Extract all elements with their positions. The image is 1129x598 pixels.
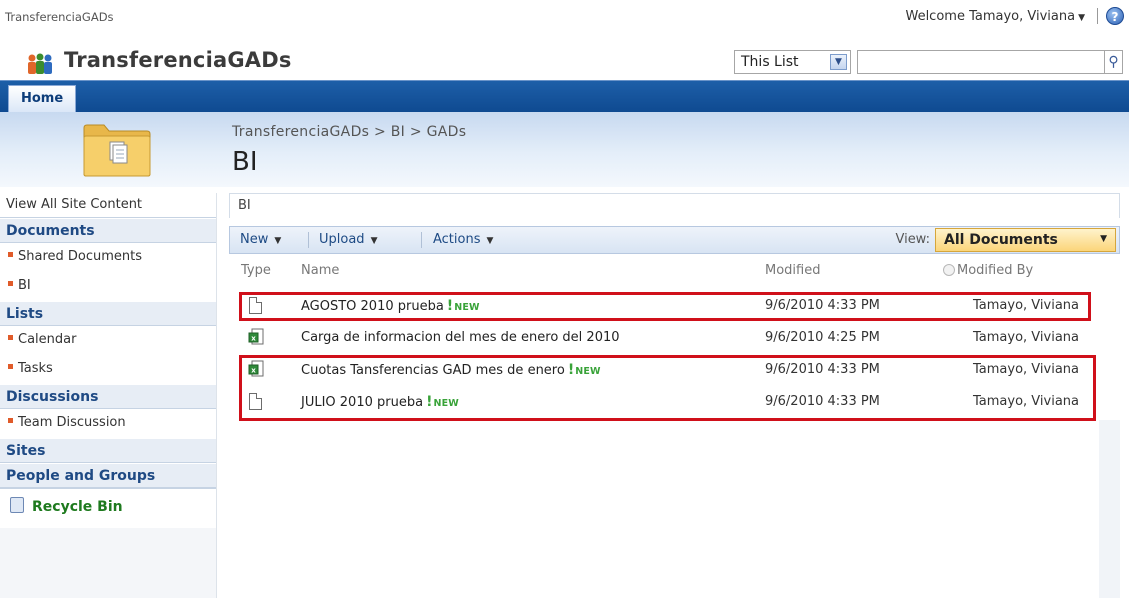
- global-bar: TransferenciaGADs Welcome Tamayo, Vivian…: [0, 0, 1129, 34]
- actions-menu-button[interactable]: Actions ▼: [433, 232, 493, 247]
- modified-date: 9/6/2010 4:25 PM: [765, 330, 880, 345]
- chevron-down-icon: ▼: [370, 236, 378, 246]
- nav-item-label: Calendar: [18, 332, 77, 347]
- welcome-menu[interactable]: Welcome Tamayo, Viviana ▼: [905, 9, 1085, 24]
- nav-item-label: BI: [18, 278, 31, 293]
- nav-item-label: Tasks: [18, 361, 53, 376]
- list-title: BI: [229, 193, 1120, 218]
- bullet-icon: [8, 335, 13, 340]
- nav-item-label: Team Discussion: [18, 415, 126, 430]
- welcome-text: Welcome Tamayo, Viviana: [905, 9, 1076, 24]
- recycle-bin-link[interactable]: Recycle Bin: [0, 488, 216, 528]
- recycle-bin-icon: [10, 497, 24, 513]
- view-all-site-content-link[interactable]: View All Site Content: [0, 193, 216, 218]
- view-selector[interactable]: All Documents ▼: [935, 228, 1116, 252]
- nav-item-shared-documents[interactable]: Shared Documents: [0, 243, 216, 272]
- site-title[interactable]: TransferenciaGADs: [64, 48, 292, 72]
- column-header-modified[interactable]: Modified: [765, 263, 820, 278]
- tab-home[interactable]: Home: [8, 85, 77, 113]
- bullet-icon: [8, 281, 13, 286]
- file-name-link[interactable]: Carga de informacion del mes de enero de…: [301, 330, 620, 345]
- upload-label: Upload: [319, 232, 365, 247]
- modified-by-link[interactable]: Tamayo, Viviana: [973, 330, 1079, 345]
- page-title: BI: [232, 147, 258, 177]
- nav-item-tasks[interactable]: Tasks: [0, 355, 216, 384]
- nav-heading-documents[interactable]: Documents: [0, 218, 216, 243]
- bullet-icon: [8, 364, 13, 369]
- nav-item-label: Shared Documents: [18, 249, 143, 264]
- search-input[interactable]: [857, 50, 1105, 74]
- upload-menu-button[interactable]: Upload ▼: [319, 232, 377, 247]
- excel-icon: x: [248, 328, 264, 345]
- toolbar-separator: [421, 232, 422, 248]
- nav-heading-sites[interactable]: Sites: [0, 438, 216, 463]
- list-toolbar: New ▼ Upload ▼ Actions ▼ View: All Document…: [229, 226, 1120, 254]
- column-header-modified-by[interactable]: Modified By: [943, 263, 1033, 278]
- column-header-name[interactable]: Name: [301, 263, 339, 278]
- view-value: All Documents: [944, 232, 1058, 248]
- modified-by-label: Modified By: [957, 263, 1034, 278]
- toolbar-separator: [308, 232, 309, 248]
- list-side-strip: [1099, 420, 1120, 598]
- breadcrumb[interactable]: TransferenciaGADs > BI > GADs: [232, 124, 466, 140]
- new-label: New: [240, 232, 269, 247]
- nav-item-team-discussion[interactable]: Team Discussion: [0, 409, 216, 438]
- chevron-down-icon: ▼: [1100, 234, 1107, 244]
- folder-icon: [83, 124, 151, 177]
- title-area: [0, 112, 1129, 187]
- top-nav-bar: Home: [0, 80, 1129, 113]
- search-icon[interactable]: ⚲: [1105, 50, 1123, 74]
- nav-heading-lists[interactable]: Lists: [0, 301, 216, 326]
- chevron-down-icon: ▼: [486, 236, 494, 246]
- recycle-bin-label: Recycle Bin: [32, 499, 123, 515]
- svg-text:x: x: [251, 334, 256, 342]
- nav-heading-people-and-groups[interactable]: People and Groups: [0, 463, 216, 488]
- global-separator: [1097, 8, 1098, 24]
- table-row[interactable]: x Carga de informacion del mes de enero …: [229, 322, 1120, 354]
- bullet-icon: [8, 252, 13, 257]
- chevron-down-icon: ▼: [274, 236, 282, 246]
- nav-item-calendar[interactable]: Calendar: [0, 326, 216, 355]
- table-header: Type Name Modified Modified By: [229, 254, 1120, 290]
- quick-launch: View All Site Content Documents Shared D…: [0, 193, 217, 598]
- welcome-dropdown-icon: ▼: [1078, 13, 1085, 23]
- nav-item-bi[interactable]: BI: [0, 272, 216, 301]
- file-name: Carga de informacion del mes de enero de…: [301, 330, 620, 345]
- global-site-link[interactable]: TransferenciaGADs: [5, 10, 114, 24]
- search-scope-value: This List: [741, 54, 799, 70]
- view-label: View:: [895, 232, 930, 247]
- help-icon[interactable]: ?: [1106, 7, 1124, 25]
- actions-label: Actions: [433, 232, 481, 247]
- highlight-box-rows-3-4: [239, 355, 1096, 421]
- radio-icon: [943, 263, 955, 276]
- bullet-icon: [8, 418, 13, 423]
- column-header-type[interactable]: Type: [241, 263, 271, 278]
- search-scope-select[interactable]: This List ▼: [734, 50, 851, 74]
- site-logo-icon: [28, 53, 52, 74]
- highlight-box-row-1: [239, 292, 1091, 321]
- nav-heading-discussions[interactable]: Discussions: [0, 384, 216, 409]
- chevron-down-icon: ▼: [830, 54, 847, 70]
- new-menu-button[interactable]: New ▼: [240, 232, 281, 247]
